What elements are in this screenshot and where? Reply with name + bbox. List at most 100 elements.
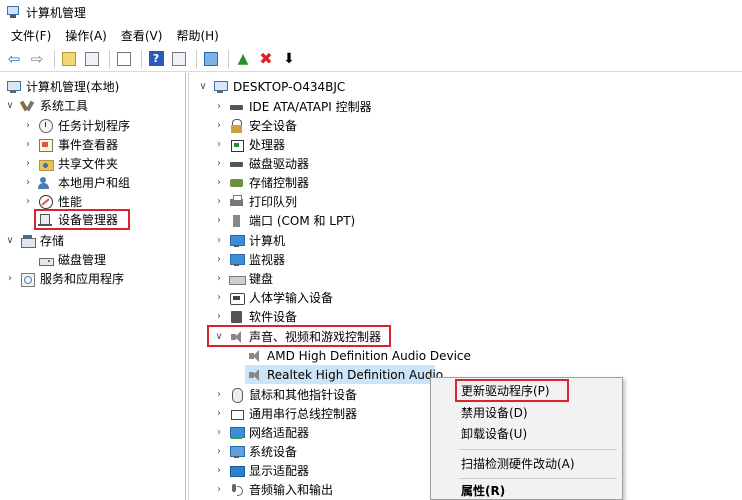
chevron-right-icon[interactable]: › xyxy=(22,196,34,207)
tree-item-label: 共享文件夹 xyxy=(58,157,119,171)
device-category-label: 处理器 xyxy=(249,138,286,152)
toolbar-separator xyxy=(141,49,142,68)
chevron-right-icon[interactable]: › xyxy=(213,139,225,150)
properties-icon[interactable] xyxy=(114,49,134,69)
device-category[interactable]: › 软件设备 xyxy=(213,307,297,326)
display-adapter-icon xyxy=(229,464,245,478)
chevron-right-icon[interactable]: › xyxy=(22,139,34,150)
device-category[interactable]: › 安全设备 xyxy=(213,116,297,135)
chevron-right-icon[interactable]: › xyxy=(213,196,225,207)
chevron-down-icon[interactable]: ∨ xyxy=(4,100,16,111)
device-category[interactable]: › 鼠标和其他指针设备 xyxy=(213,385,357,404)
chevron-right-icon[interactable]: › xyxy=(213,235,225,246)
disk-drive-icon xyxy=(229,157,244,171)
monitor-icon xyxy=(229,253,245,267)
chevron-right-icon[interactable]: › xyxy=(213,465,225,476)
chevron-right-icon[interactable]: › xyxy=(213,389,225,400)
menu-item-uninstall-device[interactable]: 卸载设备(U) xyxy=(431,423,622,444)
tree-item-label: 任务计划程序 xyxy=(58,119,131,133)
device-category[interactable]: › 存储控制器 xyxy=(213,173,309,192)
menu-action[interactable]: 操作(A) xyxy=(58,27,114,44)
chevron-right-icon[interactable]: › xyxy=(213,311,225,322)
forward-arrow-icon[interactable]: ⇨ xyxy=(27,49,47,69)
chevron-right-icon[interactable]: › xyxy=(213,273,225,284)
menu-file[interactable]: 文件(F) xyxy=(4,27,58,44)
uninstall-x-icon[interactable]: ✖ xyxy=(256,49,276,69)
back-arrow-icon[interactable]: ⇦ xyxy=(4,49,24,69)
device-category[interactable]: › 网络适配器 xyxy=(213,423,309,442)
chevron-right-icon[interactable]: › xyxy=(213,158,225,169)
menu-item-scan-hardware[interactable]: 扫描检测硬件改动(A) xyxy=(431,453,622,474)
hid-icon xyxy=(229,291,245,305)
monitor-icon[interactable] xyxy=(201,49,221,69)
download-circle-icon[interactable]: ⬇ xyxy=(279,49,299,69)
chevron-right-icon[interactable]: › xyxy=(213,446,225,457)
computer-icon xyxy=(6,80,21,94)
tree-item-task-scheduler[interactable]: › 任务计划程序 xyxy=(22,116,130,135)
menu-view[interactable]: 查看(V) xyxy=(114,27,170,44)
tree-item-disk-management[interactable]: 磁盘管理 xyxy=(38,250,106,269)
chevron-down-icon[interactable]: ∨ xyxy=(213,331,225,342)
device-category[interactable]: › 音频输入和输出 xyxy=(213,480,333,499)
tree-item-label: 性能 xyxy=(58,195,83,209)
device-category[interactable]: › 监视器 xyxy=(213,250,285,269)
device-category[interactable]: › 通用串行总线控制器 xyxy=(213,404,357,423)
chevron-right-icon[interactable]: › xyxy=(22,177,34,188)
device-item-amd-audio[interactable]: AMD High Definition Audio Device xyxy=(247,346,471,365)
computer-device-icon xyxy=(229,234,245,248)
chevron-right-icon[interactable]: › xyxy=(213,215,225,226)
device-category[interactable]: › 键盘 xyxy=(213,269,273,288)
menu-help[interactable]: 帮助(H) xyxy=(169,27,225,44)
device-item-label: AMD High Definition Audio Device xyxy=(267,348,471,363)
tree-item-device-manager[interactable]: 设备管理器 xyxy=(38,210,118,229)
device-category[interactable]: › IDE ATA/ATAPI 控制器 xyxy=(213,97,372,116)
up-folder-icon[interactable] xyxy=(59,49,79,69)
device-category[interactable]: › 系统设备 xyxy=(213,442,297,461)
tree-item-event-viewer[interactable]: › 事件查看器 xyxy=(22,135,118,154)
device-category[interactable]: › 处理器 xyxy=(213,135,285,154)
tree-root-computer-management[interactable]: 计算机管理(本地) xyxy=(6,77,119,96)
device-category-label: 打印队列 xyxy=(249,195,298,209)
tree-item-system-tools[interactable]: ∨ 系统工具 xyxy=(4,96,88,115)
chevron-right-icon[interactable]: › xyxy=(213,254,225,265)
tree-item-services-apps[interactable]: › 服务和应用程序 xyxy=(4,269,124,288)
device-category[interactable]: › 打印队列 xyxy=(213,192,297,211)
keyboard-icon xyxy=(229,272,246,286)
chevron-right-icon[interactable]: › xyxy=(213,120,225,131)
chevron-right-icon[interactable]: › xyxy=(213,484,225,495)
chevron-right-icon[interactable]: › xyxy=(22,120,34,131)
device-category[interactable]: › 磁盘驱动器 xyxy=(213,154,309,173)
chevron-right-icon[interactable]: › xyxy=(213,177,225,188)
device-category-audio-expanded[interactable]: ∨ 声音、视频和游戏控制器 xyxy=(213,327,381,346)
chevron-right-icon[interactable]: › xyxy=(4,273,16,284)
device-category-label: 磁盘驱动器 xyxy=(249,157,310,171)
menu-separator xyxy=(459,449,617,450)
chevron-right-icon[interactable]: › xyxy=(22,158,34,169)
chevron-right-icon[interactable]: › xyxy=(213,101,225,112)
storage-icon xyxy=(20,234,36,248)
tree-item-label: 设备管理器 xyxy=(58,213,119,227)
tree-item-local-users[interactable]: › 本地用户和组 xyxy=(22,173,130,192)
computer-name: DESKTOP-O434BJC xyxy=(233,79,346,94)
menu-item-disable-device[interactable]: 禁用设备(D) xyxy=(431,402,622,423)
device-tree-root[interactable]: ∨ DESKTOP-O434BJC xyxy=(197,77,345,96)
help-icon[interactable]: ? xyxy=(146,49,166,69)
chevron-right-icon[interactable]: › xyxy=(213,292,225,303)
device-category[interactable]: › 人体学输入设备 xyxy=(213,288,333,307)
shared-folder-icon xyxy=(38,157,54,171)
show-hide-tree-icon[interactable] xyxy=(82,49,102,69)
action-pane-icon[interactable] xyxy=(169,49,189,69)
chevron-down-icon[interactable]: ∨ xyxy=(4,235,16,246)
tree-item-shared-folders[interactable]: › 共享文件夹 xyxy=(22,154,118,173)
chevron-right-icon[interactable]: › xyxy=(213,427,225,438)
title-bar: 计算机管理 xyxy=(0,0,742,24)
tree-item-storage[interactable]: ∨ 存储 xyxy=(4,231,64,250)
chevron-right-icon[interactable]: › xyxy=(213,408,225,419)
device-category[interactable]: › 计算机 xyxy=(213,231,285,250)
menu-item-properties[interactable]: 属性(R) xyxy=(431,480,622,500)
device-category[interactable]: › 端口 (COM 和 LPT) xyxy=(213,211,355,230)
device-category[interactable]: › 显示适配器 xyxy=(213,461,309,480)
device-item-realtek-audio[interactable]: Realtek High Definition Audio xyxy=(247,365,443,384)
update-driver-toolbar-icon[interactable]: ▲ xyxy=(233,49,253,69)
chevron-down-icon[interactable]: ∨ xyxy=(197,81,209,92)
